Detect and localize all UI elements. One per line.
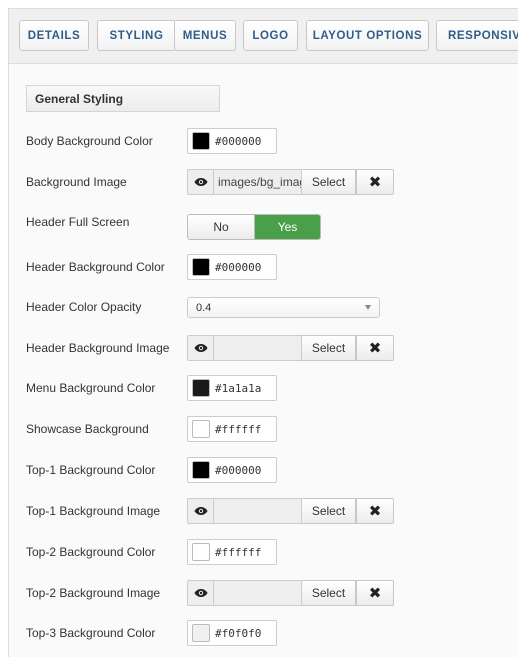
- color-swatch[interactable]: [192, 258, 210, 276]
- color-swatch[interactable]: [192, 461, 210, 479]
- field-label: Header Background Color: [26, 260, 165, 274]
- field-label: Top-2 Background Image: [26, 586, 161, 600]
- color-input[interactable]: #ffffff: [187, 416, 277, 442]
- color-swatch[interactable]: [192, 420, 210, 438]
- select-button[interactable]: Select: [302, 498, 356, 524]
- image-path-field[interactable]: [213, 580, 302, 606]
- opacity-select[interactable]: 0.4: [187, 297, 380, 318]
- field-row-top2-bg-color: Top-2 Background Color #ffffff: [0, 539, 518, 565]
- close-icon[interactable]: ✖: [356, 335, 394, 361]
- field-row-top1-bg-image: Top-1 Background Image Select ✖: [0, 498, 518, 524]
- field-row-menu-bg-color: Menu Background Color #1a1a1a: [0, 375, 518, 401]
- tab-responsive[interactable]: RESPONSIVE: [436, 20, 518, 51]
- color-value: #f0f0f0: [215, 626, 262, 640]
- color-swatch[interactable]: [192, 624, 210, 642]
- color-swatch[interactable]: [192, 132, 210, 150]
- color-input[interactable]: #000000: [187, 457, 277, 483]
- eye-icon[interactable]: [187, 335, 213, 361]
- color-swatch[interactable]: [192, 379, 210, 397]
- toggle-no-button[interactable]: No: [188, 215, 255, 239]
- media-field: Select ✖: [187, 498, 394, 524]
- field-row-top3-bg-color: Top-3 Background Color #f0f0f0: [0, 620, 518, 646]
- color-value: #000000: [215, 463, 262, 477]
- field-row-top1-bg-color: Top-1 Background Color #000000: [0, 457, 518, 483]
- field-label: Top-2 Background Color: [26, 545, 156, 559]
- select-button[interactable]: Select: [302, 580, 356, 606]
- image-path-field[interactable]: [213, 498, 302, 524]
- eye-icon[interactable]: [187, 169, 213, 195]
- select-button[interactable]: Select: [302, 169, 356, 195]
- opacity-select-value: 0.4: [196, 301, 212, 314]
- field-label: Header Color Opacity: [26, 300, 142, 314]
- image-path-field[interactable]: [213, 335, 302, 361]
- color-input[interactable]: #ffffff: [187, 539, 277, 565]
- color-value: #ffffff: [215, 545, 262, 559]
- color-value: #ffffff: [215, 422, 262, 436]
- toggle-yes-button[interactable]: Yes: [255, 215, 320, 239]
- media-field: Select ✖: [187, 335, 394, 361]
- toggle-switch: No Yes: [187, 214, 321, 240]
- close-icon[interactable]: ✖: [356, 169, 394, 195]
- media-field: Select ✖: [187, 580, 394, 606]
- color-swatch[interactable]: [192, 543, 210, 561]
- field-label: Header Background Image: [26, 341, 170, 355]
- field-row-bg-image: Background Image images/bg_image.jpg Sel…: [0, 169, 518, 195]
- close-icon[interactable]: ✖: [356, 580, 394, 606]
- eye-icon[interactable]: [187, 498, 213, 524]
- close-icon[interactable]: ✖: [356, 498, 394, 524]
- tab-layout-options[interactable]: LAYOUT OPTIONS: [306, 20, 429, 51]
- field-label: Background Image: [26, 175, 127, 189]
- section-header-general-styling: General Styling: [26, 85, 220, 112]
- media-field: images/bg_image.jpg Select ✖: [187, 169, 394, 195]
- field-row-header-bg-color: Header Background Color #000000: [0, 254, 518, 280]
- color-input[interactable]: #f0f0f0: [187, 620, 277, 646]
- tab-details[interactable]: DETAILS: [19, 20, 89, 51]
- field-row-top2-bg-image: Top-2 Background Image Select ✖: [0, 580, 518, 606]
- field-label: Menu Background Color: [26, 381, 156, 395]
- field-row-header-full-screen: Header Full Screen No Yes: [0, 213, 518, 240]
- color-value: #000000: [215, 260, 262, 274]
- field-row-body-bg-color: Body Background Color #000000: [0, 128, 518, 154]
- image-path-field[interactable]: images/bg_image.jpg: [213, 169, 302, 195]
- color-value: #1a1a1a: [215, 381, 262, 395]
- field-row-header-color-opacity: Header Color Opacity 0.4: [0, 294, 518, 320]
- field-row-showcase-bg: Showcase Background #ffffff: [0, 416, 518, 442]
- field-row-header-bg-image: Header Background Image Select ✖: [0, 335, 518, 361]
- eye-icon[interactable]: [187, 580, 213, 606]
- select-button[interactable]: Select: [302, 335, 356, 361]
- color-input[interactable]: #000000: [187, 254, 277, 280]
- field-label: Top-1 Background Image: [26, 504, 161, 518]
- field-label: Top-3 Background Color: [26, 626, 156, 640]
- field-label: Header Full Screen: [26, 215, 130, 229]
- field-label: Body Background Color: [26, 134, 153, 148]
- field-label: Top-1 Background Color: [26, 463, 156, 477]
- field-label: Showcase Background: [26, 422, 149, 436]
- tab-menus[interactable]: MENUS: [174, 20, 236, 51]
- caret-down-icon: [365, 305, 371, 310]
- tab-bar: DETAILS STYLING MENUS LOGO LAYOUT OPTION…: [9, 9, 518, 64]
- tab-logo[interactable]: LOGO: [243, 20, 298, 51]
- tab-styling[interactable]: STYLING: [97, 20, 176, 51]
- color-input[interactable]: #000000: [187, 128, 277, 154]
- color-input[interactable]: #1a1a1a: [187, 375, 277, 401]
- color-value: #000000: [215, 134, 262, 148]
